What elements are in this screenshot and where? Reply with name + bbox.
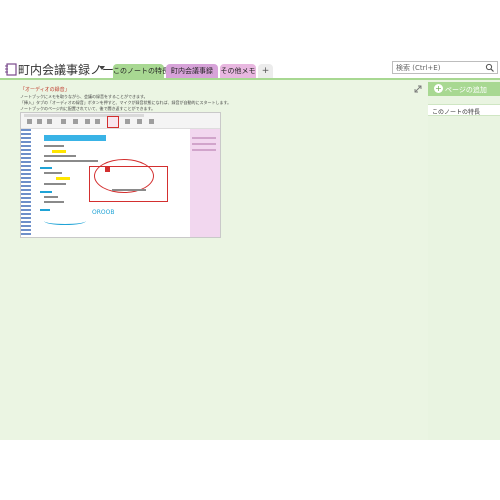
page-canvas[interactable]: 「オーディオの録音」 ノートブックにメモを取りながら、会議の録音をすることができ…	[0, 78, 428, 440]
screenshot-ink-underline	[44, 217, 86, 225]
screenshot-audio-icon	[105, 167, 110, 172]
notebook-icon	[5, 63, 17, 76]
screenshot-page-list-item	[192, 149, 216, 151]
screenshot-text-line	[40, 167, 52, 169]
note-heading: 「オーディオの録音」	[20, 87, 70, 93]
search-input[interactable]: 検索 (Ctrl+E)	[392, 61, 498, 74]
screenshot-page-list-item	[192, 143, 216, 145]
screenshot-page-list	[190, 129, 220, 237]
record-audio-highlight	[107, 116, 119, 128]
add-page-button[interactable]: + ページの追加	[428, 82, 500, 96]
page-list-panel: + ページの追加 このノートの特長	[428, 78, 500, 440]
ribbon-icon	[27, 119, 32, 124]
ribbon-icon	[37, 119, 42, 124]
screenshot-page: OROOB	[32, 129, 190, 237]
ribbon-icon	[47, 119, 52, 124]
ribbon-icon	[137, 119, 142, 124]
screenshot-text-line	[44, 196, 58, 198]
screenshot-text-line	[44, 201, 64, 203]
plus-icon: +	[434, 84, 443, 93]
ribbon-icon	[125, 119, 130, 124]
screenshot-notebook-rail	[21, 129, 31, 237]
ribbon-icon	[149, 119, 154, 124]
ribbon-icon	[61, 119, 66, 124]
chevron-down-icon[interactable]	[99, 66, 105, 70]
screenshot-text-line	[44, 183, 66, 185]
screenshot-ribbon	[21, 113, 220, 129]
screenshot-text-line	[44, 155, 76, 157]
add-page-label: ページの追加	[445, 86, 487, 94]
screenshot-text-line	[44, 160, 98, 162]
screenshot-text-line	[112, 189, 146, 191]
screenshot-text-line	[40, 191, 52, 193]
ribbon-icon	[73, 119, 78, 124]
ribbon-icon	[85, 119, 90, 124]
screenshot-ribbon-tabs	[24, 114, 144, 117]
title-bar: 町内会議事録ノート このノートの特長 町内会議事録 その他メモ + 検索 (Ct…	[0, 0, 500, 78]
search-placeholder: 検索 (Ctrl+E)	[396, 64, 441, 72]
screenshot-banner	[44, 135, 106, 141]
embedded-screenshot: OROOB	[20, 112, 221, 238]
tab-section-features[interactable]: このノートの特長	[113, 64, 169, 78]
screenshot-page-list-item	[192, 137, 216, 139]
notebook-title[interactable]: 町内会議事録ノート	[18, 61, 126, 78]
screenshot-text-line	[40, 209, 50, 211]
screenshot-handwriting: OROOB	[92, 209, 115, 216]
screenshot-text-line	[44, 172, 62, 174]
screenshot-red-circle	[94, 159, 154, 193]
expand-icon[interactable]	[414, 85, 422, 93]
tab-section-minutes[interactable]: 町内会議事録	[166, 64, 218, 78]
add-section-button[interactable]: +	[258, 64, 273, 78]
screenshot-highlight	[52, 150, 66, 153]
page-list-item-label: このノートの特長	[432, 109, 481, 116]
search-icon[interactable]	[485, 63, 495, 73]
ribbon-icon	[95, 119, 100, 124]
screenshot-highlight	[56, 177, 70, 180]
tab-section-other-notes[interactable]: その他メモ	[220, 64, 256, 78]
page-list-item[interactable]: このノートの特長	[428, 104, 500, 116]
screenshot-text-line	[44, 145, 64, 147]
